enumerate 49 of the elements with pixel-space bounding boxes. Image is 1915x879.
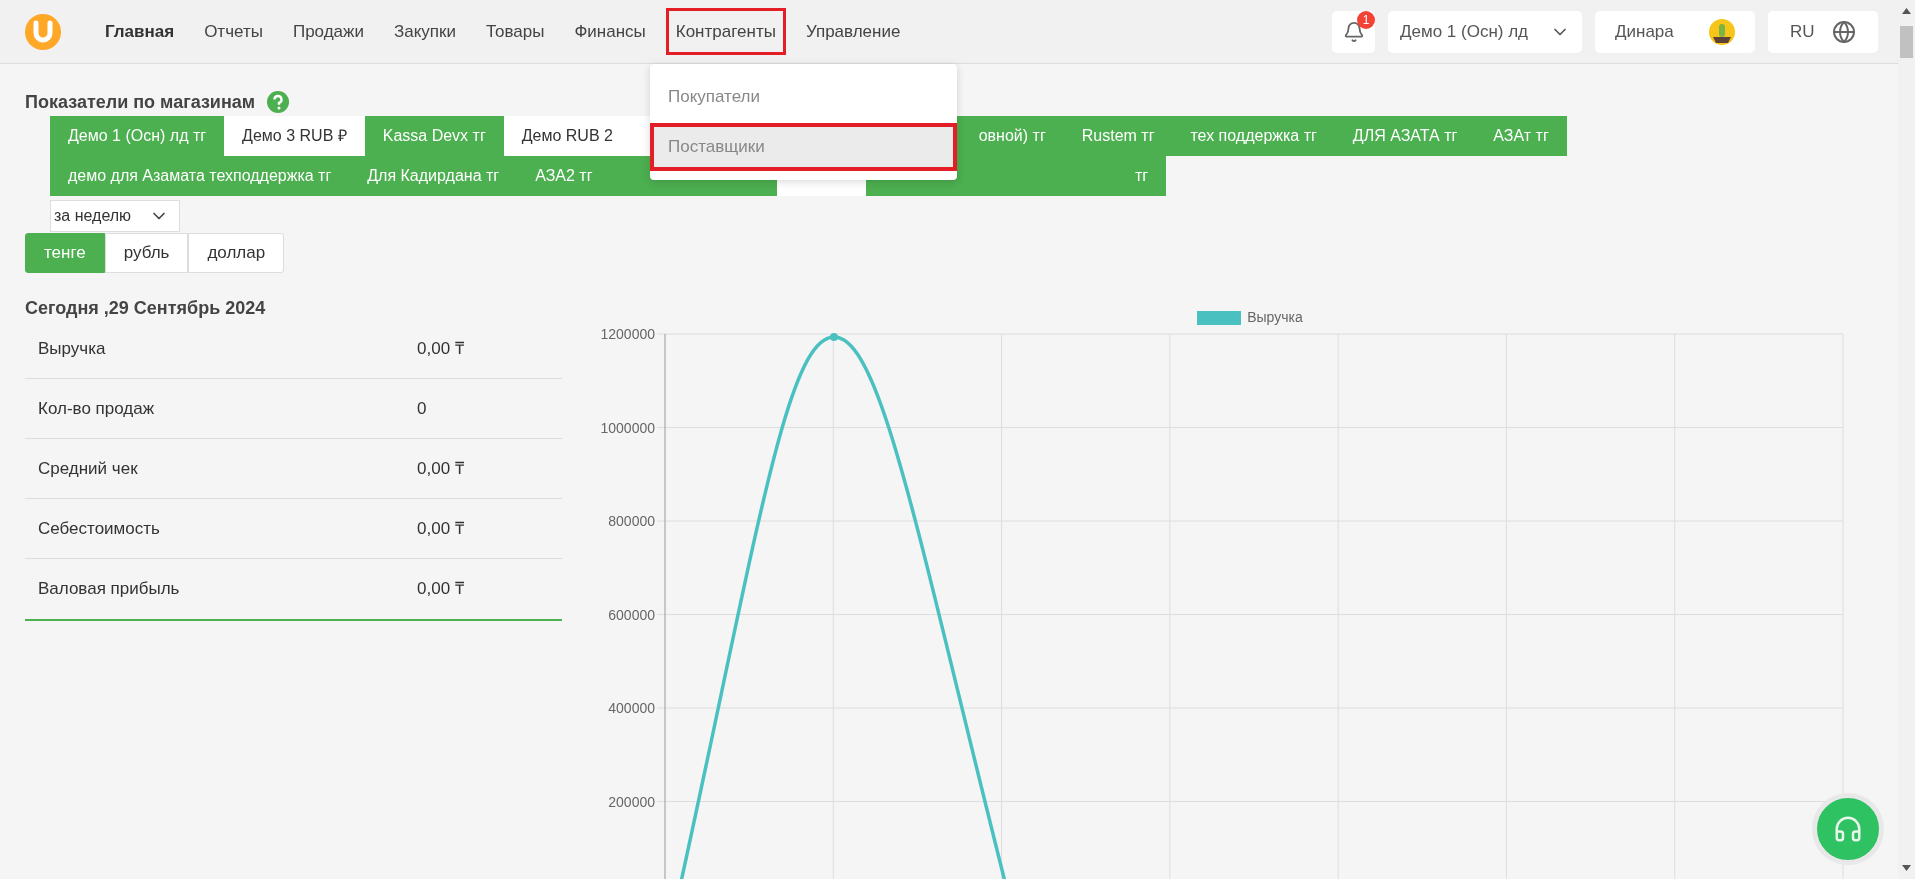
nav-link[interactable]: Главная	[95, 7, 185, 56]
metric-label: Кол-во продаж	[37, 397, 156, 420]
user-button[interactable]: Динара	[1595, 10, 1755, 53]
nav-link[interactable]: Финансы	[564, 7, 656, 56]
page-title: Показатели по магазинам	[25, 90, 256, 114]
nav-link[interactable]: Контрагенты	[665, 7, 786, 56]
scrollbar[interactable]	[1898, 0, 1915, 879]
legend-label[interactable]: Выручка	[1247, 307, 1303, 328]
help-icon[interactable]	[267, 91, 290, 113]
currency-toggle[interactable]: доллар	[188, 233, 285, 273]
dropdown-item[interactable]: Покупатели	[650, 73, 957, 121]
nav-link[interactable]: Закупки	[383, 7, 466, 56]
section-title: Сегодня ,29 Сентябрь 2024	[25, 297, 267, 319]
globe-icon	[1832, 19, 1856, 44]
metric-value: 0,00 ₸	[417, 337, 464, 360]
period-select[interactable]: за неделю	[50, 200, 180, 232]
currency-toggle[interactable]: рубль	[104, 233, 189, 273]
metric-value: 0,00 ₸	[417, 578, 464, 601]
metric-label: Себестоимость	[37, 517, 161, 540]
nav-link[interactable]: Управление	[795, 7, 911, 56]
notification-badge: 1	[1357, 10, 1375, 29]
metric-label: Средний чек	[37, 457, 139, 480]
metric-label: Выручка	[37, 337, 107, 360]
logo-icon[interactable]	[25, 13, 61, 50]
metric-value: 0,00 ₸	[417, 517, 464, 540]
nav-link[interactable]: Товары	[475, 7, 555, 56]
metric-label: Валовая прибыль	[37, 578, 181, 601]
y-tick-label: 1000000	[600, 419, 655, 436]
store-tab[interactable]: Демо 3 RUB ₽	[224, 116, 365, 156]
avatar-icon	[1709, 18, 1735, 45]
nav-link[interactable]: Продажи	[282, 7, 374, 56]
store-select[interactable]: Демо 1 (Осн) лд	[1388, 10, 1582, 53]
bell-icon	[1342, 20, 1365, 43]
y-tick-label: 200000	[608, 793, 655, 810]
scrollbar-thumb[interactable]	[1900, 26, 1913, 58]
headset-icon	[1833, 814, 1863, 844]
metric-value: 0,00 ₸	[417, 457, 464, 480]
metric-value: 0	[417, 397, 427, 420]
scroll-down-icon[interactable]	[1902, 865, 1911, 871]
notifications-button[interactable]: 1	[1332, 10, 1375, 53]
scroll-up-icon[interactable]	[1902, 8, 1911, 14]
data-point	[830, 333, 838, 341]
y-tick-label: 1200000	[600, 326, 655, 342]
nav-link[interactable]: Отчеты	[194, 7, 273, 56]
y-tick-label: 800000	[608, 513, 655, 529]
y-tick-label: 600000	[608, 606, 655, 623]
language-button[interactable]: RU	[1768, 10, 1878, 53]
legend-swatch	[1197, 310, 1242, 325]
y-tick-label: 400000	[608, 700, 655, 716]
